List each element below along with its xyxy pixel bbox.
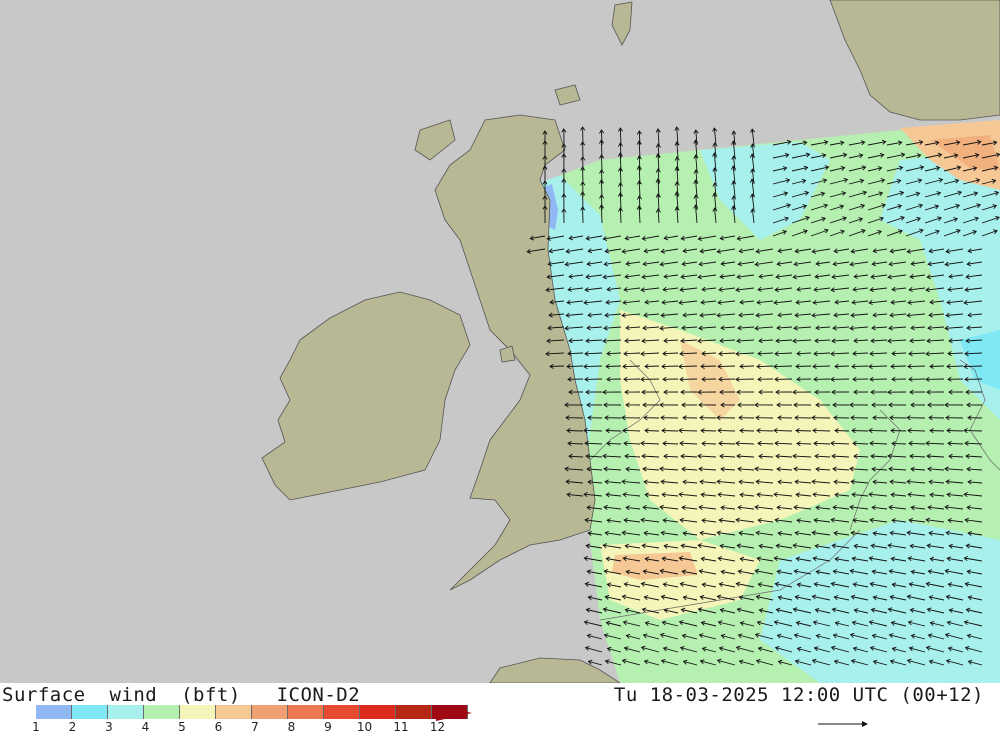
legend-tick: 3 bbox=[99, 720, 119, 734]
legend-swatch-6 bbox=[216, 705, 252, 719]
wind-vector bbox=[623, 366, 640, 367]
wind-vector bbox=[852, 431, 868, 432]
wind-vector bbox=[584, 366, 602, 367]
legend-tick: 10 bbox=[355, 720, 375, 734]
wind-vector bbox=[852, 366, 868, 367]
wind-vector bbox=[701, 431, 716, 432]
legend-swatch-2 bbox=[72, 705, 108, 719]
wind-vector bbox=[797, 443, 811, 444]
wind-vector bbox=[567, 431, 583, 432]
wind-vector bbox=[679, 366, 697, 367]
wind-vector bbox=[796, 366, 811, 367]
color-legend bbox=[36, 705, 468, 721]
wind-vector bbox=[718, 430, 735, 431]
legend-swatch-11 bbox=[396, 705, 432, 719]
wind-vector bbox=[796, 431, 811, 432]
wind-vector bbox=[602, 155, 603, 171]
wind-vector bbox=[813, 366, 830, 367]
wind-vector bbox=[645, 366, 659, 367]
wind-vector bbox=[908, 430, 925, 431]
legend-swatch-5 bbox=[180, 705, 216, 719]
legend-tick: 8 bbox=[282, 720, 302, 734]
wind-vector bbox=[623, 430, 640, 431]
wind-vector bbox=[701, 366, 716, 367]
wind-vector bbox=[607, 443, 621, 444]
wind-vector bbox=[891, 431, 906, 432]
wind-vector bbox=[645, 431, 659, 432]
wind-vector bbox=[584, 430, 602, 431]
legend-swatch-4 bbox=[144, 705, 180, 719]
legend-swatch-9 bbox=[324, 705, 360, 719]
wind-vector bbox=[813, 430, 830, 431]
legend-tick: 9 bbox=[318, 720, 338, 734]
wind-vector bbox=[964, 366, 982, 367]
wind-vector bbox=[947, 366, 963, 367]
wind-vector bbox=[620, 208, 621, 223]
legend-tick: 6 bbox=[209, 720, 229, 734]
valid-datetime: Tu 18-03-2025 12:00 UTC (00+12) bbox=[614, 684, 984, 706]
wind-vector bbox=[679, 430, 697, 431]
wind-vector bbox=[930, 431, 944, 432]
legend-overflow-arrow bbox=[436, 705, 476, 721]
legend-tick: 2 bbox=[63, 720, 83, 734]
wind-vector bbox=[567, 366, 583, 367]
wind-vector bbox=[964, 430, 982, 431]
legend-tick: 5 bbox=[172, 720, 192, 734]
wind-vector bbox=[891, 366, 906, 367]
legend-tick: 12 bbox=[428, 720, 448, 734]
legend-tick: 11 bbox=[391, 720, 411, 734]
wind-vector bbox=[702, 443, 716, 444]
wind-vector bbox=[740, 431, 754, 432]
legend-tick: 1 bbox=[26, 720, 46, 734]
legend-tick: 4 bbox=[136, 720, 156, 734]
wind-map bbox=[0, 0, 1000, 683]
wind-vector bbox=[892, 443, 906, 444]
wind-vector bbox=[774, 430, 792, 431]
wind-vector bbox=[606, 431, 621, 432]
wind-vector bbox=[662, 366, 678, 367]
wind-vector bbox=[757, 431, 773, 432]
wind-vector bbox=[908, 366, 925, 367]
legend-swatch-7 bbox=[252, 705, 288, 719]
wind-vector bbox=[601, 205, 602, 223]
wind-vector bbox=[606, 366, 621, 367]
wind-vector bbox=[718, 366, 735, 367]
wind-vector bbox=[947, 431, 963, 432]
wind-vector bbox=[869, 430, 887, 431]
wind-vector bbox=[740, 366, 754, 367]
wind-vector bbox=[662, 431, 678, 432]
wind-vector bbox=[835, 366, 849, 367]
scale-arrow-icon bbox=[816, 717, 876, 731]
legend-tick: 7 bbox=[245, 720, 265, 734]
wind-vector bbox=[774, 366, 792, 367]
legend-swatch-3 bbox=[108, 705, 144, 719]
legend-swatch-10 bbox=[360, 705, 396, 719]
wind-vector bbox=[757, 366, 773, 367]
wind-vector bbox=[835, 431, 849, 432]
map-title: Surface wind (bft) ICON-D2 bbox=[2, 684, 360, 706]
legend-swatch-8 bbox=[288, 705, 324, 719]
footer: Surface wind (bft) ICON-D2 Tu 18-03-2025… bbox=[0, 683, 1000, 733]
wind-vector bbox=[869, 366, 887, 367]
wind-vector bbox=[930, 366, 944, 367]
legend-swatch-1 bbox=[36, 705, 72, 719]
wind-vector bbox=[550, 366, 564, 367]
